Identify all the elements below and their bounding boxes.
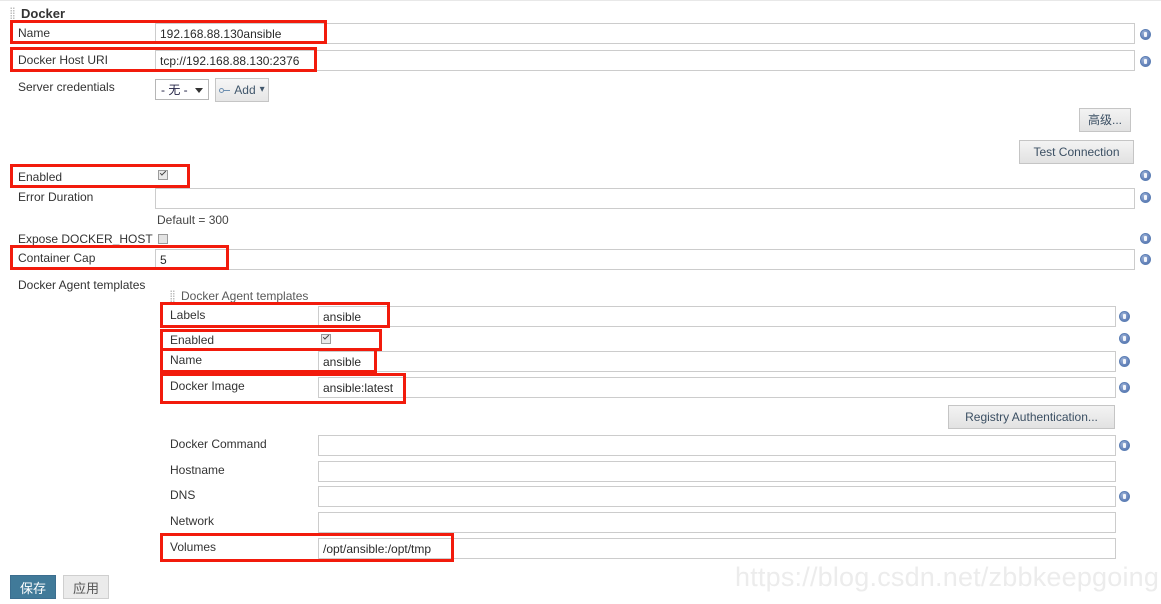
- help-icon-template-docker-image[interactable]: [1119, 382, 1130, 393]
- key-icon: [219, 87, 231, 94]
- help-icon-dns[interactable]: [1119, 491, 1130, 502]
- cloud-name-input[interactable]: [155, 23, 1135, 44]
- caret-down-glyph: ▾: [259, 84, 265, 95]
- error-duration-label: Error Duration: [18, 190, 94, 204]
- hostname-label: Hostname: [170, 463, 225, 477]
- expose-docker-host-label: Expose DOCKER_HOST: [18, 232, 153, 246]
- template-enabled-label: Enabled: [170, 333, 215, 347]
- template-enabled-checkbox[interactable]: [321, 334, 331, 344]
- template-name-label: Name: [170, 353, 203, 367]
- watermark-text: https://blog.csdn.net/zbbkeepgoing: [735, 562, 1160, 592]
- test-connection-button[interactable]: Test Connection: [1019, 140, 1134, 164]
- dns-input[interactable]: [318, 486, 1116, 507]
- help-icon-template-enabled[interactable]: [1119, 333, 1130, 344]
- server-credentials-label: Server credentials: [18, 80, 115, 94]
- server-credentials-select[interactable]: - 无 -: [155, 79, 209, 100]
- template-docker-image-input[interactable]: [318, 377, 1116, 398]
- help-icon-cloud-enabled[interactable]: [1140, 170, 1151, 181]
- help-icon-docker-command[interactable]: [1119, 440, 1130, 451]
- network-input[interactable]: [318, 512, 1116, 533]
- dns-label: DNS: [170, 488, 196, 502]
- cloud-enabled-checkbox[interactable]: [158, 170, 168, 180]
- drag-handle-icon-template[interactable]: [170, 289, 175, 303]
- docker-command-label: Docker Command: [170, 437, 267, 451]
- server-credentials-selected-value: - 无 -: [161, 83, 188, 97]
- volumes-input[interactable]: [318, 538, 1116, 559]
- error-duration-hint: Default = 300: [157, 213, 229, 227]
- docker-section-header: Docker: [10, 6, 65, 21]
- docker-host-uri-label: Docker Host URI: [18, 53, 109, 67]
- network-label: Network: [170, 514, 215, 528]
- add-credentials-button[interactable]: Add ▾: [215, 78, 269, 102]
- help-icon-container-cap[interactable]: [1140, 254, 1151, 265]
- docker-host-uri-input[interactable]: [155, 50, 1135, 71]
- expose-docker-host-checkbox[interactable]: [158, 234, 168, 244]
- help-icon-cloud-name[interactable]: [1140, 29, 1151, 40]
- add-credentials-label: Add: [234, 83, 256, 97]
- top-divider: [0, 0, 1161, 1]
- template-labels-label: Labels: [170, 308, 206, 322]
- docker-command-input[interactable]: [318, 435, 1116, 456]
- template-name-input[interactable]: [318, 351, 1116, 372]
- docker-cloud-config-page: https://blog.csdn.net/zbbkeepgoing Docke…: [0, 0, 1161, 604]
- help-icon-template-labels[interactable]: [1119, 311, 1130, 322]
- registry-authentication-button[interactable]: Registry Authentication...: [948, 405, 1115, 429]
- cloud-name-label: Name: [18, 26, 51, 40]
- apply-button[interactable]: 应用: [63, 575, 109, 599]
- agent-templates-label: Docker Agent templates: [18, 278, 146, 292]
- hostname-input[interactable]: [318, 461, 1116, 482]
- container-cap-label: Container Cap: [18, 251, 96, 265]
- help-icon-docker-host-uri[interactable]: [1140, 56, 1151, 67]
- docker-section-title: Docker: [21, 6, 66, 21]
- help-icon-error-duration[interactable]: [1140, 192, 1151, 203]
- advanced-button[interactable]: 高级...: [1079, 108, 1131, 132]
- help-icon-template-name[interactable]: [1119, 356, 1130, 367]
- cloud-enabled-label: Enabled: [18, 170, 63, 184]
- help-icon-expose-docker-host[interactable]: [1140, 233, 1151, 244]
- agent-template-section-title: Docker Agent templates: [181, 289, 309, 303]
- drag-handle-icon[interactable]: [10, 7, 15, 20]
- chevron-down-icon: [195, 88, 203, 93]
- save-button[interactable]: 保存: [10, 575, 56, 599]
- error-duration-input[interactable]: [155, 188, 1135, 209]
- container-cap-input[interactable]: [155, 249, 1135, 270]
- agent-template-section-header: Docker Agent templates: [170, 289, 308, 303]
- template-labels-input[interactable]: [318, 306, 1116, 327]
- template-docker-image-label: Docker Image: [170, 379, 245, 393]
- volumes-label: Volumes: [170, 540, 217, 554]
